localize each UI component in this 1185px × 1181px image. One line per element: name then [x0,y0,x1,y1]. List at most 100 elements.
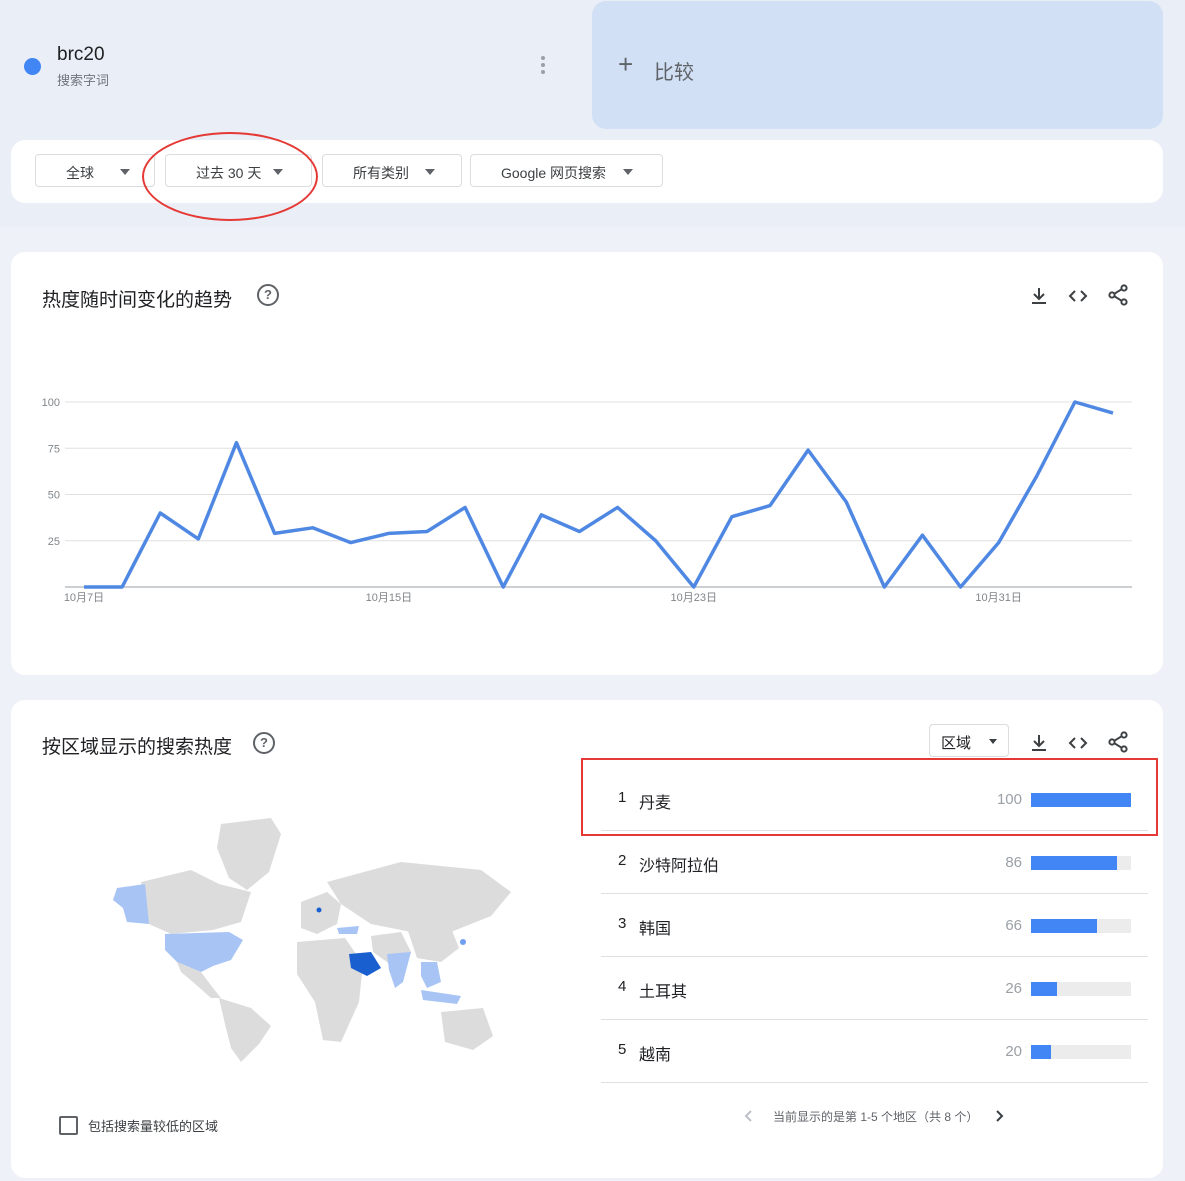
region-rank-number: 3 [618,915,627,932]
pagination-text: 当前显示的是第 1-5 个地区（共 8 个） [773,1110,979,1124]
data-point[interactable] [116,581,128,593]
plus-icon: + [618,49,634,79]
data-point[interactable] [688,581,700,593]
data-point[interactable] [573,526,585,538]
dropdown-arrow-icon [623,169,633,175]
y-tick-label: 50 [48,490,60,502]
more-vert-icon[interactable] [540,56,546,74]
map-region-russia [327,862,511,932]
region-name: 韩国 [639,921,672,938]
region-interest-value: 66 [1005,917,1022,934]
region-name: 越南 [639,1047,672,1064]
region-interest-bar-track [1031,856,1131,870]
filter-category-label: 所有类别 [353,165,409,181]
region-interest-value: 20 [1005,1043,1022,1060]
chevron-left-icon[interactable] [741,1108,757,1124]
chevron-right-icon[interactable] [991,1108,1007,1124]
interest-over-time-card: 热度随时间变化的趋势 ? 25 50 75 100 10月7日 10月15日 10月23日 1… [11,252,1163,675]
map-region-usa [165,932,243,972]
compare-label: 比较 [654,62,694,84]
annotation-red-rectangle [581,758,1158,836]
data-point[interactable] [459,501,471,513]
region-interest-bar-track [1031,919,1131,933]
data-point[interactable] [345,537,357,549]
map-region-denmark [316,907,322,913]
help-icon[interactable]: ? [253,732,275,754]
interest-by-region-title: 按区域显示的搜索热度 [42,737,233,758]
map-region-korea [460,939,466,945]
pagination: 当前显示的是第 1-5 个地区（共 8 个） [741,1106,1041,1126]
data-point[interactable] [383,527,395,539]
data-point[interactable] [421,526,433,538]
map-region-south-america [219,998,271,1062]
region-level-label: 区域 [941,735,972,752]
data-point[interactable] [802,444,814,456]
region-name: 沙特阿拉伯 [639,858,720,875]
data-point[interactable] [154,507,166,519]
filter-search-type[interactable]: Google 网页搜索 [470,154,663,187]
data-point[interactable] [307,522,319,534]
region-interest-bar-track [1031,982,1131,996]
compare-button[interactable]: + 比较 [592,1,1163,129]
share-icon[interactable] [1107,731,1129,753]
y-tick-label: 25 [48,536,60,548]
data-point[interactable] [192,533,204,545]
x-tick-label: 10月15日 [366,592,412,604]
map-region-europe [301,892,341,934]
map-region-greenland [217,818,281,890]
annotation-red-oval [142,132,318,221]
map-region-turkey [337,926,359,934]
map-region-china [407,928,459,962]
region-interest-bar [1031,919,1097,933]
data-point[interactable] [993,537,1005,549]
data-point[interactable] [78,581,90,593]
filter-category[interactable]: 所有类别 [322,154,462,187]
download-icon[interactable] [1028,732,1050,754]
dropdown-arrow-icon [425,169,435,175]
y-tick-label: 75 [48,443,60,455]
term-type-label: 搜索字词 [57,73,110,88]
data-point[interactable] [916,529,928,541]
filter-region-label: 全球 [66,165,94,181]
region-rank-row[interactable]: 5 越南 20 [601,1019,1148,1083]
data-point[interactable] [840,496,852,508]
region-level-select[interactable]: 区域 [929,724,1009,757]
region-name: 土耳其 [639,984,688,1001]
term-name: brc20 [57,44,105,65]
map-region-indonesia [421,990,461,1004]
data-point[interactable] [497,581,509,593]
dropdown-arrow-icon [120,169,130,175]
map-region-vietnam [421,962,441,988]
include-low-volume-label: 包括搜索量较低的区域 [88,1119,219,1134]
data-point[interactable] [269,527,281,539]
region-interest-bar [1031,1045,1051,1059]
data-point[interactable] [764,500,776,512]
data-point[interactable] [1031,470,1043,482]
data-point[interactable] [650,535,662,547]
data-point[interactable] [726,511,738,523]
data-point[interactable] [230,437,242,449]
region-rank-row[interactable]: 3 韩国 66 [601,893,1148,957]
region-rank-number: 2 [618,852,627,869]
data-point[interactable] [955,581,967,593]
data-point[interactable] [1107,407,1119,419]
region-interest-bar [1031,856,1117,870]
region-interest-value: 26 [1005,980,1022,997]
region-rank-number: 5 [618,1041,627,1058]
filter-region[interactable]: 全球 [35,154,155,187]
map-region-india [387,952,411,988]
trend-line-chart[interactable]: 25 50 75 100 10月7日 10月15日 10月23日 10月31日 [11,252,1141,632]
map-region-australia [441,1008,493,1050]
data-point[interactable] [878,581,890,593]
region-rank-row[interactable]: 4 土耳其 26 [601,956,1148,1020]
world-map[interactable] [101,812,521,1072]
region-interest-value: 86 [1005,854,1022,871]
region-rank-row[interactable]: 2 沙特阿拉伯 86 [601,830,1148,894]
data-point[interactable] [1069,396,1081,408]
data-point[interactable] [612,501,624,513]
x-tick-label: 10月31日 [975,592,1021,604]
include-low-volume-checkbox[interactable] [59,1116,78,1135]
embed-code-icon[interactable] [1067,732,1089,754]
term-color-dot [24,58,41,75]
data-point[interactable] [535,509,547,521]
